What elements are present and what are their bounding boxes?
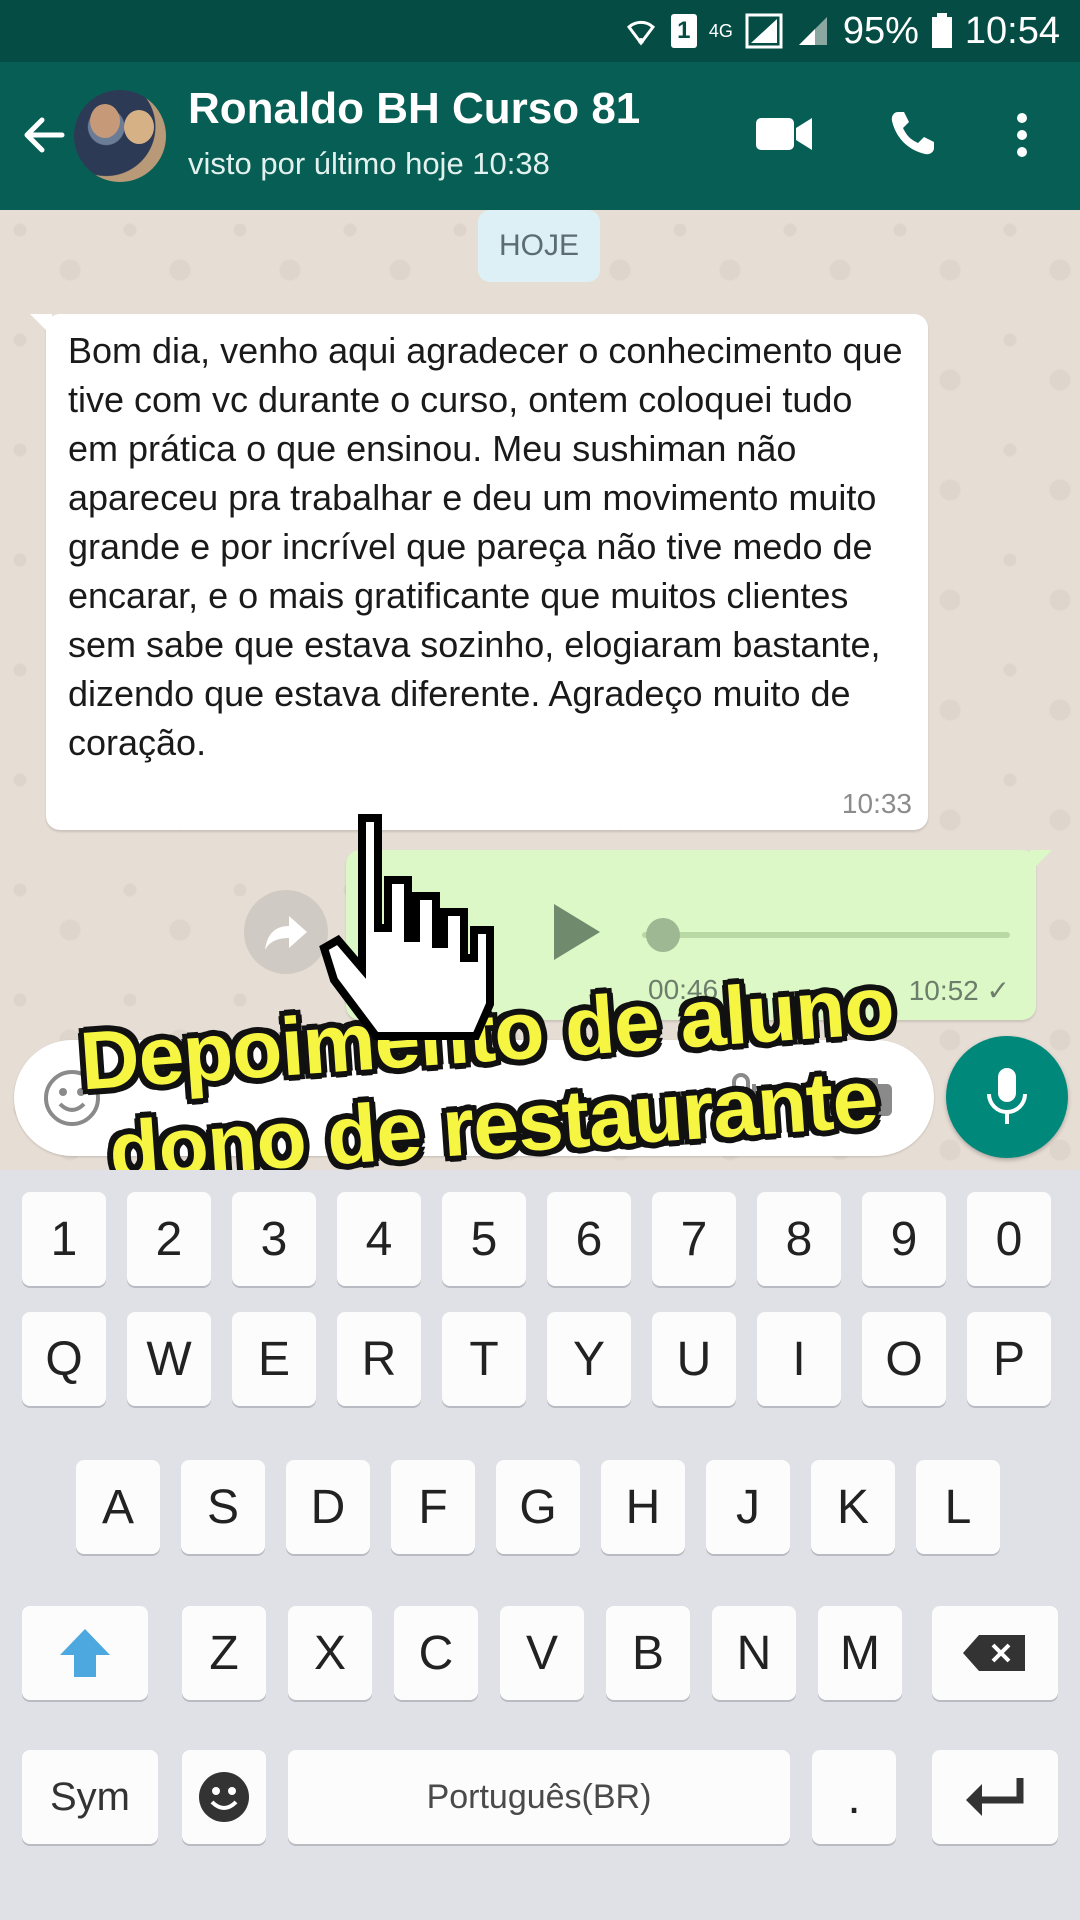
key-j[interactable]: J <box>706 1460 790 1554</box>
battery-percent: 95% <box>842 9 919 52</box>
network-type-label: 4G <box>708 21 733 41</box>
key-2[interactable]: 2 <box>127 1192 211 1286</box>
key-p[interactable]: P <box>967 1312 1051 1406</box>
backspace-icon <box>963 1635 1025 1671</box>
key-8[interactable]: 8 <box>757 1192 841 1286</box>
key-6[interactable]: 6 <box>547 1192 631 1286</box>
emoji-key[interactable] <box>182 1750 266 1844</box>
key-h[interactable]: H <box>601 1460 685 1554</box>
key-7[interactable]: 7 <box>652 1192 736 1286</box>
key-i[interactable]: I <box>757 1312 841 1406</box>
period-key[interactable]: . <box>812 1750 896 1844</box>
key-s[interactable]: S <box>181 1460 265 1554</box>
emoji-smiley-icon <box>199 1772 249 1822</box>
message-time: 10:33 <box>841 788 912 819</box>
key-1[interactable]: 1 <box>22 1192 106 1286</box>
key-3[interactable]: 3 <box>232 1192 316 1286</box>
key-b[interactable]: B <box>606 1606 690 1700</box>
message-text: Bom dia, venho aqui agradecer o conhecim… <box>68 330 903 763</box>
key-y[interactable]: Y <box>547 1312 631 1406</box>
key-5[interactable]: 5 <box>442 1192 526 1286</box>
key-z[interactable]: Z <box>182 1606 266 1700</box>
key-u[interactable]: U <box>652 1312 736 1406</box>
backspace-key[interactable] <box>932 1606 1058 1700</box>
video-call-icon[interactable] <box>756 114 812 154</box>
key-v[interactable]: V <box>500 1606 584 1700</box>
key-n[interactable]: N <box>712 1606 796 1700</box>
more-options-icon[interactable] <box>1010 112 1034 158</box>
key-4[interactable]: 4 <box>337 1192 421 1286</box>
date-divider: HOJE <box>478 210 600 282</box>
audio-seek-knob[interactable] <box>646 918 680 952</box>
key-9[interactable]: 9 <box>862 1192 946 1286</box>
space-key[interactable]: Português(BR) <box>288 1750 790 1844</box>
clock: 10:54 <box>964 9 1060 52</box>
key-t[interactable]: T <box>442 1312 526 1406</box>
forward-icon <box>265 916 307 950</box>
key-l[interactable]: L <box>916 1460 1000 1554</box>
enter-icon <box>966 1778 1024 1816</box>
key-0[interactable]: 0 <box>967 1192 1051 1286</box>
keyboard: 1234567890 QWERTYUIOP ASDFGHJKL ZXCVBNM … <box>0 1170 1080 1920</box>
audio-progress-track[interactable] <box>642 932 1010 938</box>
signal-icon <box>745 13 783 49</box>
wifi-icon <box>626 20 655 46</box>
shift-icon <box>60 1629 110 1677</box>
key-g[interactable]: G <box>496 1460 580 1554</box>
microphone-icon <box>987 1068 1027 1124</box>
key-a[interactable]: A <box>76 1460 160 1554</box>
chat-header: Ronaldo BH Curso 81 visto por último hoj… <box>0 62 1080 210</box>
sym-key[interactable]: Sym <box>22 1750 158 1844</box>
enter-key[interactable] <box>932 1750 1058 1844</box>
key-x[interactable]: X <box>288 1606 372 1700</box>
phone-call-icon[interactable] <box>888 108 938 158</box>
last-seen-status: visto por último hoje 10:38 <box>188 146 550 181</box>
avatar[interactable] <box>74 90 166 182</box>
key-c[interactable]: C <box>394 1606 478 1700</box>
key-d[interactable]: D <box>286 1460 370 1554</box>
signal-2-icon <box>798 17 827 45</box>
play-icon[interactable] <box>548 900 604 964</box>
hand-cursor-icon <box>319 814 494 1040</box>
key-m[interactable]: M <box>818 1606 902 1700</box>
key-f[interactable]: F <box>391 1460 475 1554</box>
key-e[interactable]: E <box>232 1312 316 1406</box>
contact-name[interactable]: Ronaldo BH Curso 81 <box>188 84 640 134</box>
voice-record-button[interactable] <box>946 1036 1068 1158</box>
key-r[interactable]: R <box>337 1312 421 1406</box>
key-k[interactable]: K <box>811 1460 895 1554</box>
key-q[interactable]: Q <box>22 1312 106 1406</box>
back-arrow-icon[interactable] <box>18 110 68 160</box>
incoming-message-bubble[interactable]: Bom dia, venho aqui agradecer o conhecim… <box>30 314 928 830</box>
sim-icon: 1 <box>670 14 697 48</box>
key-o[interactable]: O <box>862 1312 946 1406</box>
shift-key[interactable] <box>22 1606 148 1700</box>
status-bar: 1 4G 95% 10:54 <box>0 0 1080 62</box>
battery-icon <box>931 13 952 48</box>
key-w[interactable]: W <box>127 1312 211 1406</box>
